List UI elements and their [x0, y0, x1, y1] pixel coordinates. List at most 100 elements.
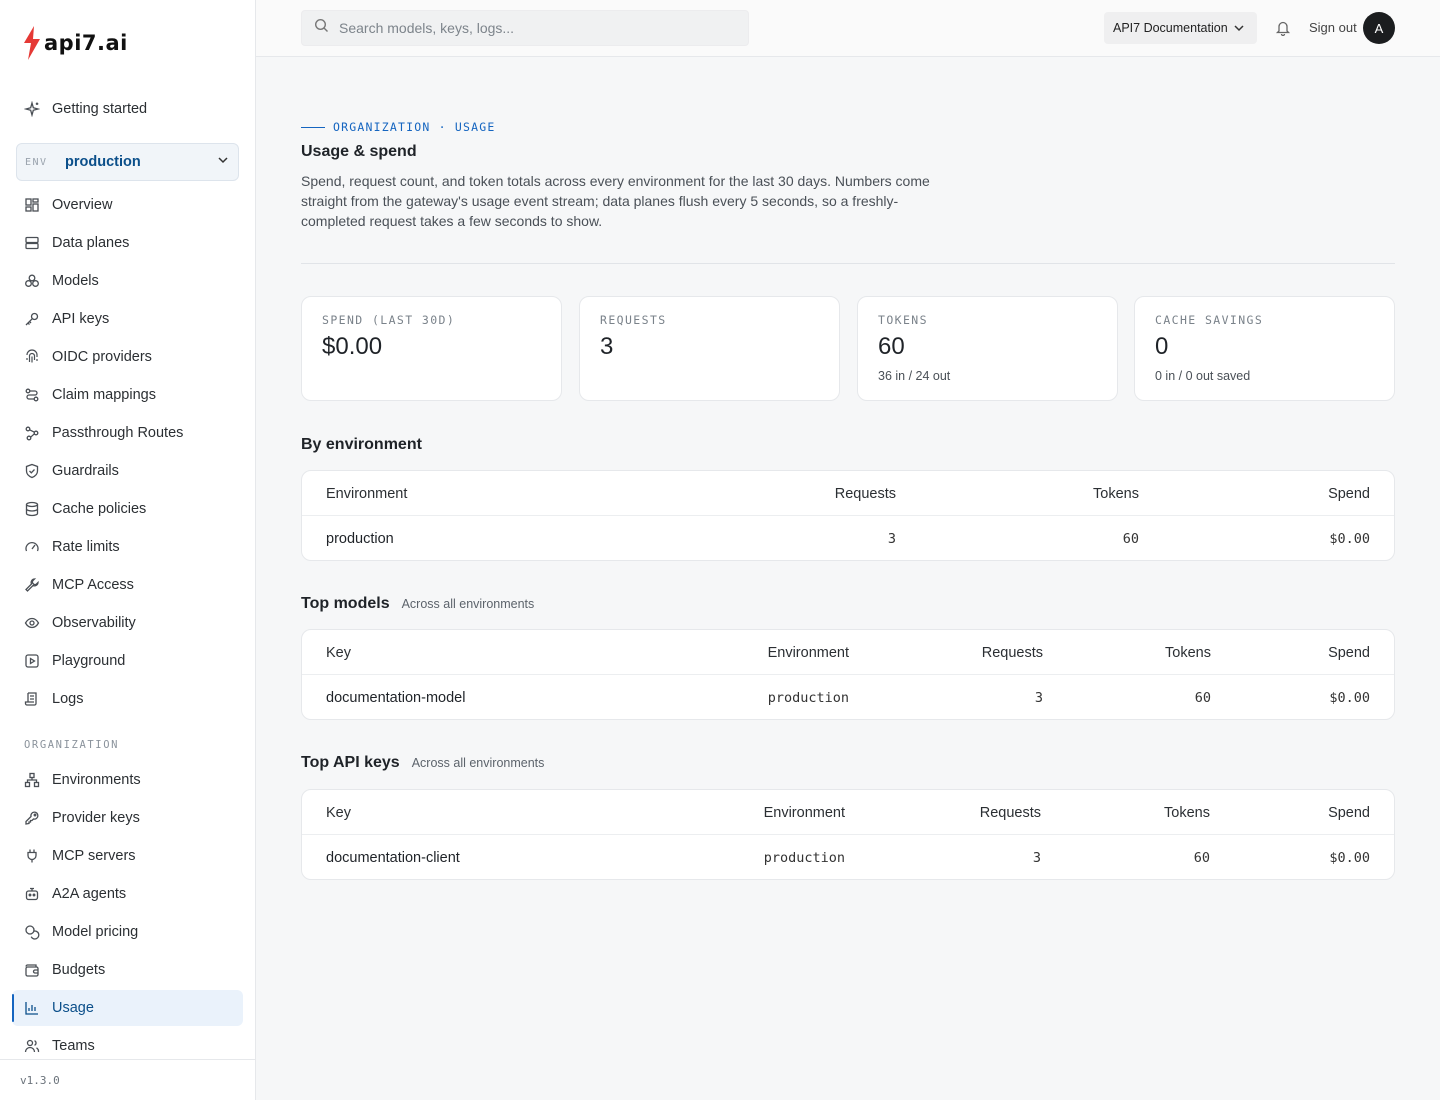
stat-card-cache-savings: CACHE SAVINGS 0 0 in / 0 out saved	[1134, 296, 1395, 401]
sidebar-item-cache-policies[interactable]: Cache policies	[12, 491, 243, 527]
sidebar-item-api-keys[interactable]: API keys	[12, 301, 243, 337]
env-value: production	[65, 154, 141, 170]
environment-select[interactable]: ENV production	[16, 143, 239, 181]
tokens-cell: 60	[1193, 849, 1210, 866]
search-input[interactable]	[339, 20, 739, 36]
column-header[interactable]: Spend	[1328, 471, 1370, 516]
organization-section-label: ORGANIZATION	[24, 739, 120, 751]
breadcrumb: ORGANIZATION · USAGE	[301, 120, 495, 134]
sidebar-item-label: Model pricing	[52, 924, 139, 940]
api7-logo[interactable]: api7.ai	[22, 26, 128, 60]
table-row[interactable]: production 3 60 $0.00	[302, 516, 1394, 560]
eye-icon	[24, 615, 40, 631]
play-square-icon	[24, 653, 40, 669]
sidebar-item-observability[interactable]: Observability	[12, 605, 243, 641]
column-header[interactable]: Tokens	[1164, 790, 1210, 835]
sidebar-item-label: Claim mappings	[52, 387, 156, 403]
sidebar-item-claim-mappings[interactable]: Claim mappings	[12, 377, 243, 413]
stat-value: 60	[878, 333, 905, 360]
sidebar-item-mcp-servers[interactable]: MCP servers	[12, 838, 243, 874]
requests-cell: 3	[887, 530, 896, 547]
table-header-row: Key Environment Requests Tokens Spend	[302, 790, 1394, 835]
column-header[interactable]: Tokens	[1093, 471, 1139, 516]
environment-cell: production	[763, 849, 845, 866]
column-header[interactable]: Environment	[326, 471, 407, 516]
section-subtitle: Across all environments	[401, 597, 535, 611]
sidebar-item-label: Models	[52, 273, 99, 289]
search-box[interactable]	[301, 10, 749, 46]
sidebar-item-logs[interactable]: Logs	[12, 681, 243, 717]
sidebar-item-usage[interactable]: Usage	[12, 990, 243, 1026]
stat-label: CACHE SAVINGS	[1155, 313, 1264, 327]
stat-value: 0	[1155, 333, 1169, 360]
sidebar-item-label: A2A agents	[52, 886, 127, 902]
sidebar-item-models[interactable]: Models	[12, 263, 243, 299]
column-header[interactable]: Spend	[1328, 630, 1370, 675]
sidebar-item-overview[interactable]: Overview	[12, 187, 243, 223]
sidebar-item-label: MCP servers	[52, 848, 136, 864]
column-header[interactable]: Environment	[764, 790, 845, 835]
column-header[interactable]: Environment	[768, 630, 849, 675]
table-row[interactable]: documentation-client production 3 60 $0.…	[302, 835, 1394, 879]
organization-select[interactable]: API7 Documentation	[1104, 12, 1257, 44]
sign-out-link[interactable]: Sign out	[1309, 20, 1357, 35]
column-header[interactable]: Key	[326, 790, 351, 835]
sidebar-item-label: Usage	[52, 1000, 94, 1016]
top-api-keys-table: Key Environment Requests Tokens Spend do…	[301, 789, 1395, 880]
page-title: Usage & spend	[301, 143, 417, 160]
dashboard-icon	[24, 197, 40, 213]
bell-icon[interactable]	[1275, 19, 1291, 41]
sidebar-item-budgets[interactable]: Budgets	[12, 952, 243, 988]
column-header[interactable]: Key	[326, 630, 351, 675]
wallet-icon	[24, 962, 40, 978]
column-header[interactable]: Requests	[835, 471, 896, 516]
sidebar-item-guardrails[interactable]: Guardrails	[12, 453, 243, 489]
sidebar-item-label: Overview	[52, 197, 113, 213]
top-bar: API7 Documentation Sign out A	[256, 0, 1440, 57]
column-header[interactable]: Requests	[980, 790, 1041, 835]
sidebar-item-passthrough-routes[interactable]: Passthrough Routes	[12, 415, 243, 451]
sidebar-item-mcp-access[interactable]: MCP Access	[12, 567, 243, 603]
sidebar-item-model-pricing[interactable]: Model pricing	[12, 914, 243, 950]
spend-cell: $0.00	[1329, 689, 1370, 706]
column-header[interactable]: Spend	[1328, 790, 1370, 835]
sidebar-item-playground[interactable]: Playground	[12, 643, 243, 679]
database-icon	[24, 501, 40, 517]
logo-text: api7.ai	[44, 31, 128, 55]
shield-check-icon	[24, 463, 40, 479]
tokens-cell: 60	[1122, 530, 1139, 547]
column-header[interactable]: Tokens	[1165, 630, 1211, 675]
breadcrumb-text: ORGANIZATION · USAGE	[333, 120, 496, 134]
avatar[interactable]: A	[1363, 12, 1395, 44]
spend-cell: $0.00	[1329, 530, 1370, 547]
sidebar-item-label: Rate limits	[52, 539, 120, 555]
server-icon	[24, 235, 40, 251]
sidebar-item-a2a-agents[interactable]: A2A agents	[12, 876, 243, 912]
sidebar-footer: v1.3.0	[0, 1059, 255, 1100]
bot-icon	[24, 886, 40, 902]
table-row[interactable]: documentation-model production 3 60 $0.0…	[302, 675, 1394, 719]
top-models-table: Key Environment Requests Tokens Spend do…	[301, 629, 1395, 720]
environment-cell: production	[767, 689, 849, 706]
chart-line-icon	[24, 1000, 40, 1016]
key-icon	[24, 311, 40, 327]
stat-card-tokens: TOKENS 60 36 in / 24 out	[857, 296, 1118, 401]
sidebar-item-environments[interactable]: Environments	[12, 762, 243, 798]
sidebar-item-label: MCP Access	[52, 577, 134, 593]
requests-cell: 3	[1032, 849, 1041, 866]
env-label: ENV	[25, 156, 48, 168]
network-icon	[24, 772, 40, 788]
section-title-by-environment: By environment	[301, 436, 422, 454]
gauge-icon	[24, 539, 40, 555]
sidebar-item-getting-started[interactable]: Getting started	[12, 91, 243, 127]
boxes-icon	[24, 273, 40, 289]
sidebar-item-label: Budgets	[52, 962, 106, 978]
sidebar-item-rate-limits[interactable]: Rate limits	[12, 529, 243, 565]
coins-icon	[24, 924, 40, 940]
sidebar-item-label: API keys	[52, 311, 110, 327]
column-header[interactable]: Requests	[982, 630, 1043, 675]
sidebar-item-oidc-providers[interactable]: OIDC providers	[12, 339, 243, 375]
requests-cell: 3	[1034, 689, 1043, 706]
sidebar-item-data-planes[interactable]: Data planes	[12, 225, 243, 261]
sidebar-item-provider-keys[interactable]: Provider keys	[12, 800, 243, 836]
